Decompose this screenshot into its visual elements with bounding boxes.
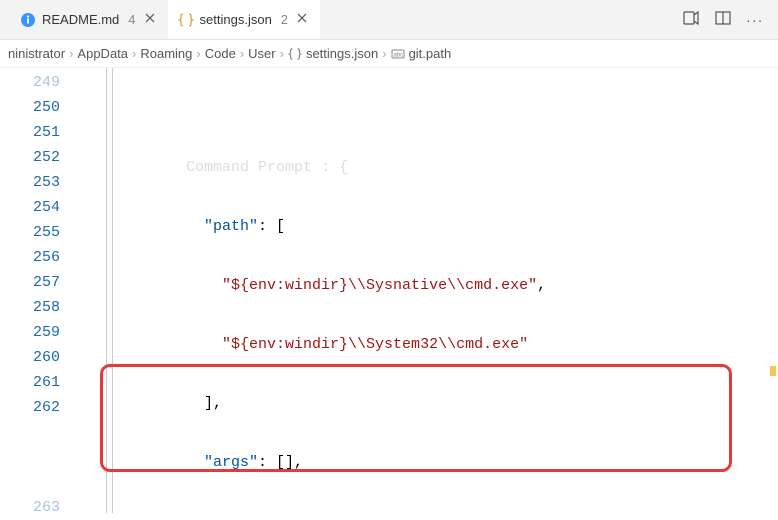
breadcrumb-item[interactable]: AppData [77, 46, 128, 61]
line-number: 260 [0, 345, 60, 370]
chevron-right-icon: › [196, 46, 200, 61]
line-number [0, 420, 60, 445]
line-number: 259 [0, 320, 60, 345]
breadcrumb-item[interactable]: User [248, 46, 275, 61]
run-icon[interactable] [682, 9, 700, 30]
braces-icon [288, 47, 302, 61]
line-number: 256 [0, 245, 60, 270]
tab-readme[interactable]: README.md 4 [10, 0, 168, 39]
code-line: "path": [ [78, 214, 778, 239]
breadcrumb[interactable]: ninistrator › AppData › Roaming › Code ›… [0, 40, 778, 68]
editor[interactable]: 249 250 251 252 253 254 255 256 257 258 … [0, 68, 778, 513]
chevron-right-icon: › [382, 46, 386, 61]
code-line: "icon": "terminal-cmd" [78, 509, 778, 513]
tab-bar: README.md 4 settings.json 2 ... [0, 0, 778, 40]
code-area[interactable]: Command Prompt : { "path": [ "${env:wind… [78, 68, 778, 513]
tab-mod-badge: 2 [281, 12, 288, 27]
line-number [0, 445, 60, 470]
line-number: 252 [0, 145, 60, 170]
tab-mod-badge: 4 [128, 12, 135, 27]
line-number: 251 [0, 120, 60, 145]
line-number: 250 [0, 95, 60, 120]
line-number [0, 470, 60, 495]
code-line: "${env:windir}\\Sysnative\\cmd.exe", [78, 273, 778, 298]
close-icon[interactable] [294, 10, 310, 29]
breadcrumb-item[interactable]: Roaming [140, 46, 192, 61]
line-number: 253 [0, 170, 60, 195]
line-number: 258 [0, 295, 60, 320]
line-number: 257 [0, 270, 60, 295]
breadcrumb-item[interactable]: ninistrator [8, 46, 65, 61]
code-line: "${env:windir}\\System32\\cmd.exe" [78, 332, 778, 357]
tab-settings[interactable]: settings.json 2 [168, 0, 321, 39]
code-line: "args": [], [78, 450, 778, 475]
chevron-right-icon: › [132, 46, 136, 61]
overview-ruler-marker [770, 366, 776, 376]
editor-actions: ... [682, 9, 778, 30]
string-icon: abc [391, 47, 405, 61]
breadcrumb-file[interactable]: settings.json [306, 46, 378, 61]
breadcrumb-item[interactable]: Code [205, 46, 236, 61]
split-editor-icon[interactable] [714, 9, 732, 30]
svg-text:abc: abc [393, 52, 403, 58]
line-number: 255 [0, 220, 60, 245]
braces-icon [178, 12, 194, 28]
chevron-right-icon: › [240, 46, 244, 61]
tab-label: README.md [42, 12, 119, 27]
code-line: ], [78, 391, 778, 416]
info-icon [20, 12, 36, 28]
breadcrumb-symbol[interactable]: git.path [409, 46, 452, 61]
line-number: 261 [0, 370, 60, 395]
code-line: Command Prompt : { [78, 155, 778, 180]
line-number: 249 [0, 70, 60, 95]
chevron-right-icon: › [280, 46, 284, 61]
tab-label: settings.json [200, 12, 272, 27]
line-number: 262 [0, 395, 60, 420]
line-numbers: 249 250 251 252 253 254 255 256 257 258 … [0, 68, 78, 513]
line-number: 263 [0, 495, 60, 520]
more-icon[interactable]: ... [746, 9, 764, 30]
chevron-right-icon: › [69, 46, 73, 61]
close-icon[interactable] [142, 10, 158, 29]
line-number: 254 [0, 195, 60, 220]
